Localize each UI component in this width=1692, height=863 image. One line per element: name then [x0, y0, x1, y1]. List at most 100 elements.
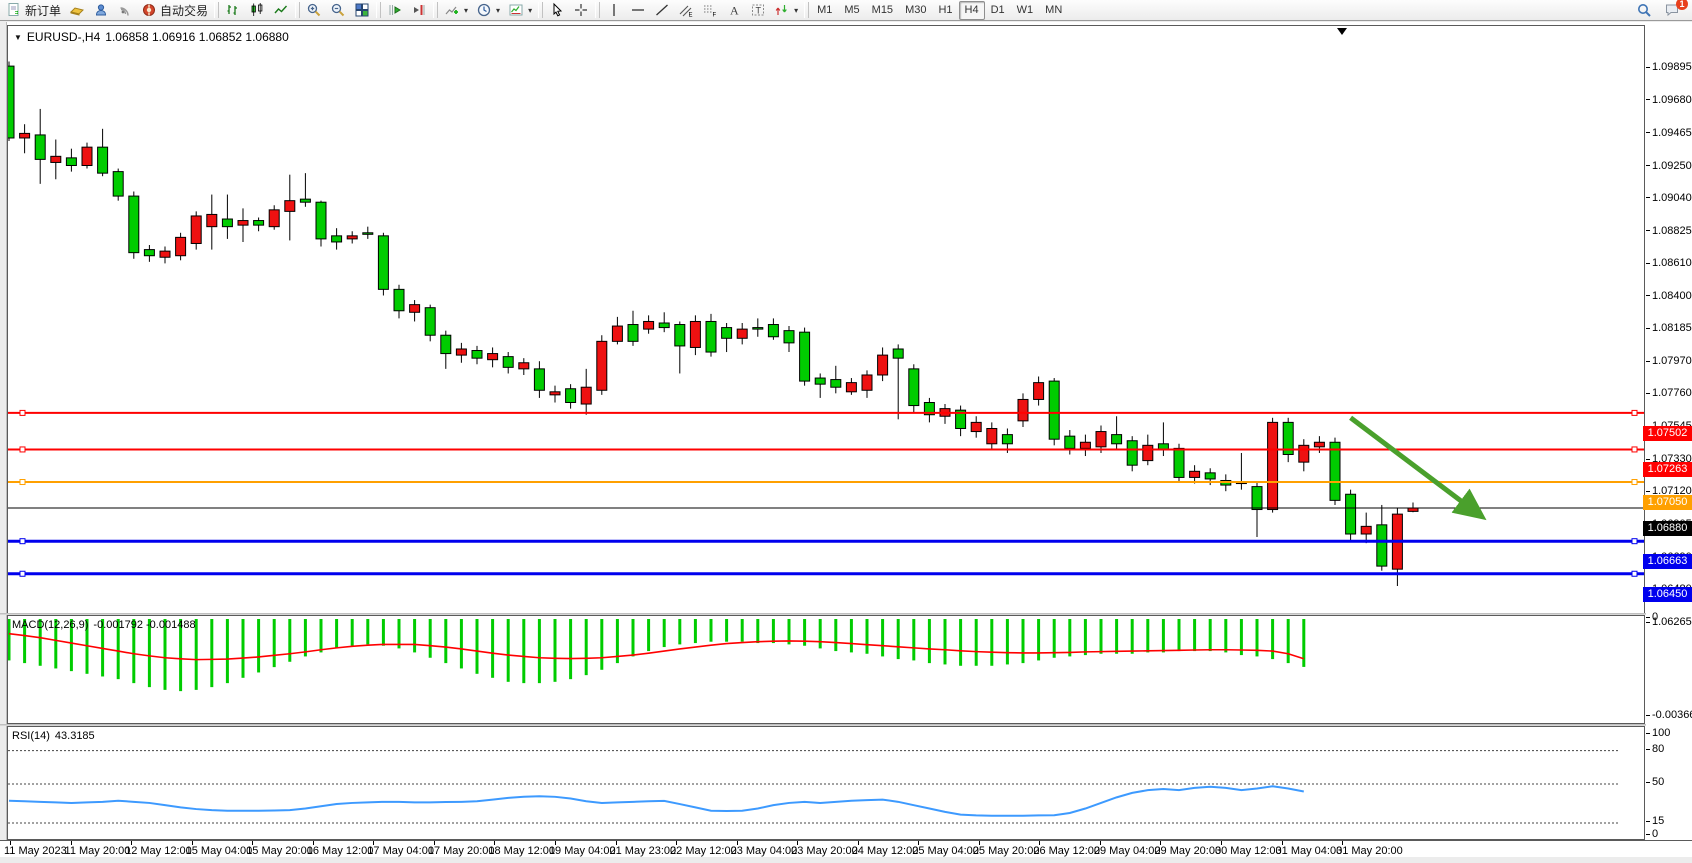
rsi-plot	[8, 727, 1644, 839]
candle	[160, 247, 170, 264]
timeframe-h4-button[interactable]: H4	[959, 1, 985, 20]
candle	[1346, 490, 1356, 542]
macd-label: MACD(12,26,9)-0.001792 -0.001488	[12, 619, 201, 631]
time-label: 18 May 12:00	[488, 845, 555, 857]
time-label: 24 May 12:00	[852, 845, 919, 857]
toolbar-right: 1	[1632, 1, 1690, 20]
macd-plot	[8, 616, 1644, 723]
shift-marker[interactable]	[1337, 28, 1347, 35]
horizontal-line-1.07050[interactable]	[8, 480, 1644, 485]
autotrading-button[interactable]: 自动交易	[137, 1, 212, 20]
trend-line-button[interactable]	[650, 1, 674, 20]
time-axis[interactable]: 11 May 202311 May 20:0012 May 12:0015 Ma…	[0, 840, 1692, 857]
candle	[51, 140, 61, 180]
svg-text:F: F	[713, 13, 717, 19]
candle	[737, 323, 747, 344]
price-chart-pane[interactable]: ▼ EURUSD-,H4 1.06858 1.06916 1.06852 1.0…	[7, 25, 1645, 615]
candle	[82, 143, 92, 169]
candle	[800, 328, 810, 386]
templates-button[interactable]: ▾	[504, 1, 536, 20]
timeframe-m15-button[interactable]: M15	[866, 1, 899, 20]
zoom-out-button[interactable]	[326, 1, 350, 20]
signal-button[interactable]	[113, 1, 137, 20]
zoom-in-icon	[306, 2, 322, 18]
crosshair-button[interactable]	[569, 1, 593, 20]
price-axis[interactable]: 1.098951.096801.094651.092501.090401.088…	[1646, 22, 1692, 857]
gold-button[interactable]	[65, 1, 89, 20]
timeframe-m1-button[interactable]: M1	[811, 1, 838, 20]
community-button[interactable]	[89, 1, 113, 20]
arrows-button[interactable]: ▾	[770, 1, 802, 20]
text-label-button[interactable]: T	[746, 1, 770, 20]
macd-pane[interactable]: MACD(12,26,9)-0.001792 -0.001488	[7, 615, 1645, 724]
candle	[207, 195, 217, 250]
candle	[1299, 439, 1309, 471]
timeframe-m30-button[interactable]: M30	[899, 1, 932, 20]
chevron-down-icon[interactable]: ▼	[14, 33, 22, 42]
auto-scroll-button[interactable]	[383, 1, 407, 20]
cursor-button[interactable]	[545, 1, 569, 20]
dropdown-caret-icon: ▾	[528, 6, 532, 15]
toolbar-group-pointer	[545, 0, 593, 21]
candle	[971, 416, 981, 437]
time-label: 26 May 12:00	[1033, 845, 1100, 857]
candle	[1065, 430, 1075, 454]
candle	[332, 228, 342, 249]
toolbar-groups: 新订单自动交易▾▾▾EFAT▾M1M5M15M30H1H4D1W1MN	[2, 0, 1068, 21]
periods-button[interactable]: ▾	[472, 1, 504, 20]
line-chart-icon	[273, 2, 289, 18]
toolbar-separator	[538, 2, 543, 18]
timeframe-mn-button[interactable]: MN	[1039, 1, 1068, 20]
horizontal-line-button[interactable]	[626, 1, 650, 20]
vertical-line-button[interactable]	[602, 1, 626, 20]
crosshair-icon	[573, 2, 589, 18]
rsi-pane[interactable]: RSI(14)43.3185	[7, 726, 1645, 840]
candle	[113, 169, 123, 201]
timeframe-d1-button[interactable]: D1	[985, 1, 1011, 20]
time-label: 25 May 20:00	[973, 845, 1040, 857]
new-order-label: 新订单	[25, 2, 61, 19]
tile-windows-button[interactable]	[350, 1, 374, 20]
horizontal-line-1.07502[interactable]	[8, 410, 1644, 415]
chat-button[interactable]: 1	[1660, 1, 1684, 20]
indicators-button[interactable]: ▾	[440, 1, 472, 20]
candle	[410, 300, 420, 321]
line-chart-button[interactable]	[269, 1, 293, 20]
rsi-axis-0: 0	[1646, 828, 1658, 840]
candle	[472, 346, 482, 364]
trend-arrow[interactable]	[1351, 418, 1479, 514]
bar-chart-icon	[225, 2, 241, 18]
toolbar-separator	[595, 2, 600, 18]
search-button[interactable]	[1632, 1, 1656, 20]
macd-axis-zero: 0	[1646, 611, 1658, 623]
candle	[1049, 378, 1059, 445]
time-label: 29 May 20:00	[1154, 845, 1221, 857]
time-label: 15 May 04:00	[186, 845, 253, 857]
timeframe-w1-button[interactable]: W1	[1011, 1, 1040, 20]
time-label: 31 May 04:00	[1276, 845, 1343, 857]
timeframe-h1-button[interactable]: H1	[932, 1, 958, 20]
zoom-in-button[interactable]	[302, 1, 326, 20]
horizontal-line-1.06450[interactable]	[8, 571, 1644, 576]
candles-button[interactable]	[245, 1, 269, 20]
fibonacci-button[interactable]: F	[698, 1, 722, 20]
price-tick: 1.09895	[1646, 61, 1692, 73]
chart-shift-button[interactable]	[407, 1, 431, 20]
candle	[581, 369, 591, 415]
candle	[144, 245, 154, 262]
toolbar-group-insert: ▾▾▾	[440, 0, 536, 21]
bar-chart-button[interactable]	[221, 1, 245, 20]
dropdown-caret-icon: ▾	[794, 6, 798, 15]
channel-button[interactable]: E	[674, 1, 698, 20]
candle	[488, 347, 498, 367]
timeframe-m5-button[interactable]: M5	[838, 1, 865, 20]
new-order-button[interactable]: 新订单	[2, 1, 65, 20]
text-button[interactable]: A	[722, 1, 746, 20]
candle	[940, 404, 950, 424]
candle	[1268, 418, 1278, 513]
toolbar-group-zoom	[302, 0, 374, 21]
rsi-axis-15: 15	[1646, 815, 1664, 827]
candle	[1377, 505, 1387, 571]
candle	[722, 323, 732, 352]
candle	[8, 62, 14, 142]
